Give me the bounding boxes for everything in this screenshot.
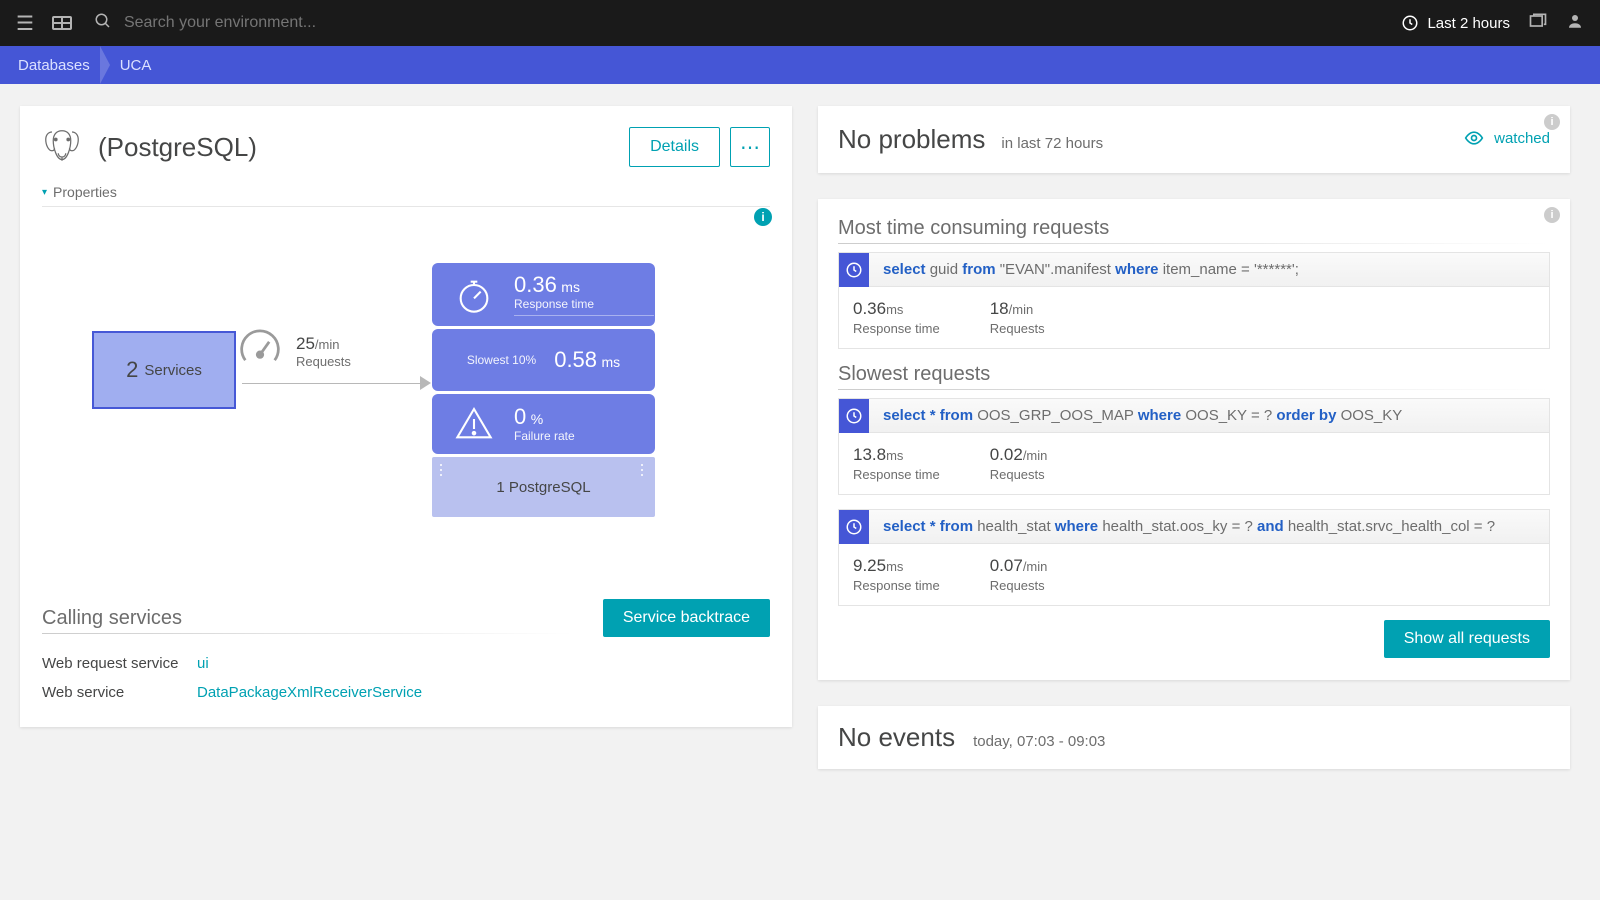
gauge-icon — [238, 329, 282, 373]
request-sql-row[interactable]: select * from OOS_GRP_OOS_MAP where OOS_… — [839, 399, 1549, 433]
service-backtrace-button[interactable]: Service backtrace — [603, 599, 770, 637]
failure-rate-label: Failure rate — [514, 429, 575, 443]
response-time-value: 0.36 — [514, 272, 557, 297]
events-card: No events today, 07:03 - 09:03 — [818, 706, 1570, 769]
postgresql-node-label: 1 PostgreSQL — [496, 479, 590, 496]
calling-row-key: Web service — [42, 684, 197, 701]
search-icon — [94, 12, 112, 35]
request-sql-row[interactable]: select * from health_stat where health_s… — [839, 510, 1549, 544]
slowest-10-tile[interactable]: Slowest 10% 0.58 ms — [432, 329, 655, 391]
calling-service-link[interactable]: ui — [197, 655, 770, 672]
request-item: select * from health_stat where health_s… — [838, 509, 1550, 606]
failure-rate-tile[interactable]: 0 % Failure rate — [432, 394, 655, 454]
warning-icon — [454, 404, 494, 444]
slowest-10-label: Slowest 10% — [467, 353, 536, 367]
requests-unit: /min — [315, 337, 340, 352]
search-input[interactable] — [124, 14, 1402, 32]
services-node[interactable]: 2 Services — [92, 331, 236, 409]
db-title: (PostgreSQL) — [98, 132, 257, 163]
request-sql-row[interactable]: select guid from "EVAN".manifest where i… — [839, 253, 1549, 287]
chevron-down-icon: ▾ — [42, 187, 47, 198]
time-range-label: Last 2 hours — [1427, 15, 1510, 32]
services-label: Services — [144, 362, 202, 379]
request-item: select * from OOS_GRP_OOS_MAP where OOS_… — [838, 398, 1550, 495]
postgresql-icon — [42, 124, 82, 170]
show-all-requests-button[interactable]: Show all requests — [1384, 620, 1550, 658]
sql-icon — [839, 510, 869, 544]
info-icon[interactable]: i — [1544, 114, 1560, 130]
sql-icon — [839, 399, 869, 433]
hamburger-icon[interactable]: ☰ — [16, 11, 34, 36]
calling-service-link[interactable]: DataPackageXmlReceiverService — [197, 684, 770, 701]
postgresql-node[interactable]: 1 PostgreSQL — [432, 457, 655, 517]
services-count: 2 — [126, 357, 138, 383]
info-icon[interactable]: i — [754, 208, 772, 226]
problems-title: No problems — [838, 124, 985, 155]
clock-icon — [1401, 14, 1419, 32]
calling-row-key: Web request service — [42, 655, 197, 672]
windows-icon[interactable] — [1528, 11, 1548, 36]
eye-icon — [1464, 128, 1484, 148]
slowest-heading: Slowest requests — [838, 363, 1550, 386]
requests-label: Requests — [296, 354, 351, 369]
response-time-tile[interactable]: 0.36 ms Response time — [432, 263, 655, 326]
response-time-unit: ms — [561, 279, 580, 295]
database-card: (PostgreSQL) Details ⋯ ▾ Properties i 2 … — [20, 106, 792, 727]
request-item: select guid from "EVAN".manifest where i… — [838, 252, 1550, 349]
failure-rate-unit: % — [531, 411, 543, 427]
dashboard-icon[interactable] — [52, 16, 72, 30]
requests-card: i Most time consuming requests select gu… — [818, 199, 1570, 680]
more-button[interactable]: ⋯ — [730, 127, 770, 167]
user-icon[interactable] — [1566, 12, 1584, 35]
breadcrumb-databases[interactable]: Databases — [12, 57, 96, 74]
watched-toggle[interactable]: watched — [1464, 128, 1550, 148]
problems-card: i No problems in last 72 hours watched — [818, 106, 1570, 173]
slowest-10-value: 0.58 — [554, 347, 597, 372]
sql-icon — [839, 253, 869, 287]
breadcrumb-sep-icon — [100, 46, 110, 84]
most-time-heading: Most time consuming requests — [838, 217, 1550, 240]
breadcrumb: Databases UCA — [0, 46, 1600, 84]
topbar: ☰ Last 2 hours — [0, 0, 1600, 46]
properties-label: Properties — [53, 184, 117, 200]
events-sub: today, 07:03 - 09:03 — [973, 733, 1105, 750]
time-range-selector[interactable]: Last 2 hours — [1401, 14, 1510, 32]
slowest-10-unit: ms — [601, 354, 620, 370]
details-button[interactable]: Details — [629, 127, 720, 167]
service-flow-diagram: 2 Services 25/min Requests — [42, 231, 770, 571]
response-time-label: Response time — [514, 297, 654, 311]
stopwatch-icon — [454, 275, 494, 315]
watched-label: watched — [1494, 130, 1550, 147]
breadcrumb-uca[interactable]: UCA — [114, 57, 158, 74]
properties-toggle[interactable]: ▾ Properties — [42, 184, 770, 207]
requests-value: 25 — [296, 334, 315, 353]
events-title: No events — [838, 722, 955, 753]
calling-services-heading: Calling services — [42, 607, 603, 630]
failure-rate-value: 0 — [514, 404, 526, 429]
problems-sub: in last 72 hours — [1001, 135, 1103, 152]
